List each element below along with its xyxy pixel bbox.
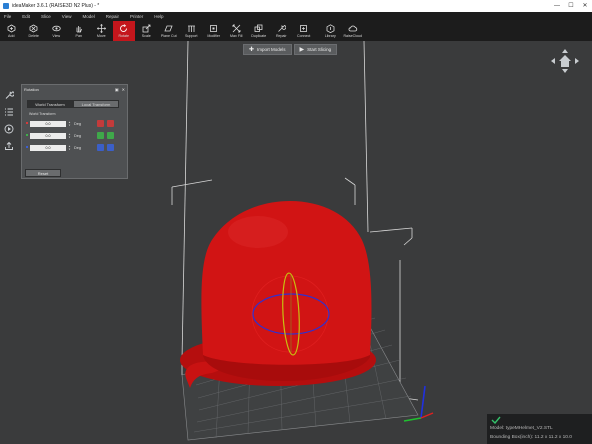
x-stepper[interactable]: ▲ ▼ — [67, 121, 72, 127]
y-rotate-plus-button[interactable] — [107, 132, 114, 139]
left-rail — [2, 86, 16, 154]
repair-icon — [276, 23, 286, 33]
status-panel: Model: typeMHelmet_V2.STL Bounding Box(i… — [487, 414, 592, 444]
tool-duplicate[interactable]: Duplicate — [248, 21, 271, 41]
y-rotate-minus-button[interactable] — [97, 132, 104, 139]
top-action-bar: ✚ Import Models ▶ Start Slicing — [243, 44, 339, 55]
start-slicing-button[interactable]: ▶ Start Slicing — [293, 44, 338, 55]
plane-cut-icon — [164, 23, 174, 33]
wrench-icon[interactable] — [2, 86, 16, 103]
tool-pan[interactable]: Pan — [68, 21, 91, 41]
tool-raisecloud[interactable]: RaiseCloud — [342, 21, 365, 41]
transform-tabs: World Transform Local Transform — [27, 100, 119, 108]
helmet-model[interactable] — [180, 201, 376, 388]
panel-header: Rotation ▣ ✕ — [22, 85, 127, 93]
app-icon — [3, 3, 9, 9]
menu-edit[interactable]: Edit — [22, 14, 30, 19]
checkmark-icon — [491, 416, 501, 424]
rotation-row-x: 0.0 ▲ ▼ Deg — [30, 120, 114, 127]
tool-plane-cut[interactable]: Plane Cut — [158, 21, 181, 41]
panel-title: Rotation — [24, 86, 39, 92]
y-stepper[interactable]: ▲ ▼ — [67, 133, 72, 139]
x-rotation-input[interactable]: 0.0 — [30, 120, 66, 127]
menu-printer[interactable]: Printer — [130, 14, 143, 19]
toolbar: Add Delete View Pan Move Rotate Scale Pl… — [0, 21, 592, 41]
section-label: World Transform — [29, 112, 56, 116]
panel-close-icon[interactable]: ✕ — [122, 87, 125, 92]
support-icon — [186, 23, 196, 33]
play-circle-icon[interactable] — [2, 120, 16, 137]
minimize-button[interactable]: — — [550, 0, 564, 12]
tool-delete[interactable]: Delete — [23, 21, 46, 41]
z-axis-marker — [26, 146, 28, 148]
reset-button[interactable]: Reset — [25, 169, 61, 177]
nav-right-icon — [575, 58, 579, 64]
tool-max-fill[interactable]: Max Fill — [225, 21, 248, 41]
maximize-button[interactable]: ☐ — [564, 0, 578, 12]
menu-help[interactable]: Help — [154, 14, 163, 19]
play-icon: ▶ — [299, 47, 305, 53]
list-icon[interactable] — [2, 103, 16, 120]
nav-down-icon — [562, 69, 568, 73]
z-rotate-plus-button[interactable] — [107, 144, 114, 151]
import-models-button[interactable]: ✚ Import Models — [243, 44, 292, 55]
move-icon — [96, 23, 106, 33]
z-rotate-minus-button[interactable] — [97, 144, 104, 151]
title-bar: ideaMaker 3.6.1 (RAISE3D N2 Plus) - * — … — [0, 0, 592, 12]
pin-icon[interactable]: ▣ — [115, 87, 119, 92]
tab-world-transform[interactable]: World Transform — [27, 100, 73, 108]
nav-left-icon — [551, 58, 555, 64]
tool-move[interactable]: Move — [90, 21, 113, 41]
library-icon — [325, 23, 335, 33]
delete-icon — [29, 23, 39, 33]
tool-add[interactable]: Add — [0, 21, 23, 41]
tool-support[interactable]: Support — [180, 21, 203, 41]
tool-repair[interactable]: Repair — [270, 21, 293, 41]
tool-scale[interactable]: Scale — [135, 21, 158, 41]
x-rotate-minus-button[interactable] — [97, 120, 104, 127]
x-rotate-plus-button[interactable] — [107, 120, 114, 127]
y-rotation-input[interactable]: 0.0 — [30, 132, 66, 139]
tool-library[interactable]: Library — [319, 21, 342, 41]
rotate-icon — [119, 23, 129, 33]
model-name: Model: typeMHelmet_V2.STL — [490, 426, 553, 431]
y-unit-label: Deg — [74, 133, 81, 138]
pan-icon — [74, 23, 84, 33]
tool-rotate[interactable]: Rotate — [112, 21, 135, 41]
tab-local-transform[interactable]: Local Transform — [73, 100, 119, 108]
tool-modifier[interactable]: Modifier — [203, 21, 226, 41]
menu-slice[interactable]: Slice — [41, 14, 51, 19]
menu-repair[interactable]: Repair — [106, 14, 119, 19]
view-icon — [51, 23, 61, 33]
window-title: ideaMaker 3.6.1 (RAISE3D N2 Plus) - * — [12, 3, 100, 9]
upload-icon[interactable] — [2, 137, 16, 154]
add-icon — [6, 23, 16, 33]
z-unit-label: Deg — [74, 145, 81, 150]
y-axis-marker — [26, 134, 28, 136]
plus-icon: ✚ — [249, 47, 255, 53]
raisecloud-icon — [348, 23, 358, 33]
x-unit-label: Deg — [74, 121, 81, 126]
menu-file[interactable]: File — [4, 14, 11, 19]
rotation-row-z: 0.0 ▲ ▼ Deg — [30, 144, 114, 151]
connect-icon — [299, 23, 309, 33]
menu-model[interactable]: Model — [82, 14, 94, 19]
z-rotation-input[interactable]: 0.0 — [30, 144, 66, 151]
menu-bar: File Edit Slice View Model Repair Printe… — [0, 12, 592, 21]
nav-up-icon — [562, 49, 568, 53]
menu-view[interactable]: View — [62, 14, 72, 19]
scale-icon — [141, 23, 151, 33]
duplicate-icon — [254, 23, 264, 33]
close-button[interactable]: ✕ — [578, 0, 592, 12]
modifier-icon — [209, 23, 219, 33]
home-icon — [559, 55, 571, 67]
view-navigator[interactable] — [550, 48, 580, 74]
x-axis-marker — [26, 122, 28, 124]
rotation-row-y: 0.0 ▲ ▼ Deg — [30, 132, 114, 139]
z-stepper[interactable]: ▲ ▼ — [67, 145, 72, 151]
tool-connect[interactable]: Connect — [293, 21, 316, 41]
max-fill-icon — [231, 23, 241, 33]
bounding-box: Bounding Box(inch): 11.2 x 11.2 x 10.0 — [490, 435, 572, 440]
tool-view[interactable]: View — [45, 21, 68, 41]
